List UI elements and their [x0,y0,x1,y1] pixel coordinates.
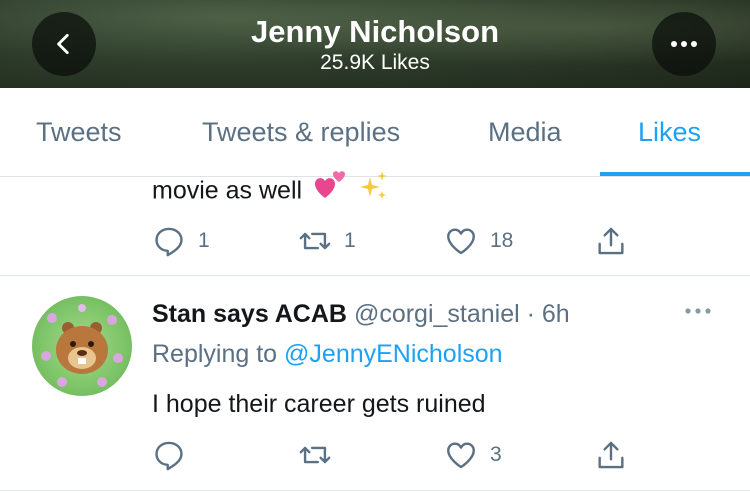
previous-tweet-text-fragment: movie as well [152,176,303,205]
retweet-button[interactable]: 1 [298,224,356,258]
more-button[interactable] [652,12,716,76]
tweet-divider [0,490,750,491]
like-count: 18 [490,229,514,252]
tweet-author-line: Stan says ACAB @corgi_staniel · 6h [152,296,570,332]
retweet-icon [299,232,331,250]
retweet-button[interactable] [298,438,344,472]
retweet-count: 1 [344,229,356,252]
previous-tweet-text: movie as well [152,168,390,216]
replying-to-line: Replying to @JennyENicholson [152,336,503,372]
profile-header: Jenny Nicholson 25.9K Likes [0,0,750,88]
avatar-image [41,304,123,387]
share-icon [598,441,624,469]
like-button[interactable]: 18 [444,224,513,258]
profile-tabs: Tweets Tweets & replies Media Likes [0,88,750,177]
share-icon [598,227,624,255]
more-horizontal-icon [671,41,697,47]
tab-tweets-and-replies[interactable]: Tweets & replies [202,88,400,176]
like-count: 3 [490,443,502,466]
avatar[interactable] [32,296,132,396]
tweet-text: I hope their career gets ruined [152,390,486,418]
reply-icon [155,441,183,471]
like-button[interactable]: 3 [444,438,502,472]
author-handle[interactable]: @corgi_staniel [354,300,520,328]
heart-icon [447,228,475,255]
author-display-name[interactable]: Stan says ACAB [152,300,347,328]
tab-likes[interactable]: Likes [638,88,701,176]
heart-icon [447,442,475,469]
retweet-icon [299,446,331,464]
meta-separator: · [519,300,542,328]
reply-icon [155,227,183,257]
profile-name-title: Jenny Nicholson [250,14,500,49]
tweet-time: 6h [541,300,570,328]
share-button[interactable] [594,438,628,472]
replying-to-label: Replying to [152,340,285,368]
two-hearts-icon [309,168,349,216]
reply-button[interactable]: 1 [152,224,210,258]
reply-button[interactable] [152,438,198,472]
more-horizontal-icon [685,308,711,314]
likes-count-subtitle: 25.9K Likes [320,51,430,74]
sparkles-icon [356,169,390,215]
replying-to-mention[interactable]: @JennyENicholson [284,340,503,368]
tweet-more-button[interactable] [682,304,714,323]
tab-tweets[interactable]: Tweets [36,88,122,176]
share-button[interactable] [594,224,628,258]
reply-count: 1 [198,229,210,252]
active-tab-indicator [600,172,750,176]
tweet-divider [0,275,750,276]
tab-media[interactable]: Media [488,88,562,176]
